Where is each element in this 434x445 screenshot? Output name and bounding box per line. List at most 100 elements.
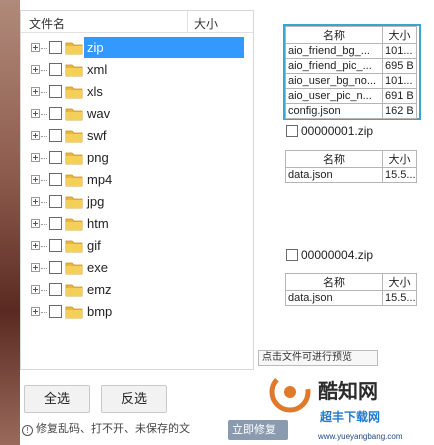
preview-tooltip: 点击文件可进行预览 bbox=[258, 350, 378, 366]
tree-connector bbox=[41, 312, 47, 313]
expand-icon[interactable] bbox=[31, 241, 40, 250]
tree-row[interactable]: wav bbox=[21, 103, 255, 125]
tree-row[interactable]: bmp bbox=[21, 301, 255, 323]
tree-row[interactable]: htm bbox=[21, 213, 255, 235]
zip-checkbox[interactable] bbox=[286, 249, 298, 261]
tree-connector bbox=[41, 92, 47, 93]
preview-file-name: aio_friend_bg_... bbox=[285, 43, 383, 59]
preview-col-name: 名称 bbox=[285, 273, 383, 291]
row-label[interactable]: exe bbox=[84, 257, 111, 278]
tree-connector bbox=[41, 202, 47, 203]
preview-file-size: 15.5... bbox=[382, 290, 417, 306]
row-label[interactable]: jpg bbox=[84, 191, 107, 212]
expand-icon[interactable] bbox=[31, 43, 40, 52]
preview-row[interactable]: aio_user_pic_n... 691 B bbox=[285, 88, 417, 104]
preview-file-size: 101... bbox=[382, 73, 417, 89]
tree-row[interactable]: mp4 bbox=[21, 169, 255, 191]
tree-row[interactable]: jpg bbox=[21, 191, 255, 213]
row-checkbox[interactable] bbox=[49, 41, 62, 54]
zip-name: 00000004.zip bbox=[301, 248, 374, 262]
row-label[interactable]: xml bbox=[84, 59, 110, 80]
preview-row[interactable]: aio_friend_bg_... 101... bbox=[285, 43, 417, 59]
invert-selection-button[interactable]: 反选 bbox=[101, 385, 167, 413]
tree-row[interactable]: png bbox=[21, 147, 255, 169]
zip-name: 00000001.zip bbox=[301, 124, 374, 138]
column-header-size[interactable]: 大小 bbox=[194, 15, 218, 32]
expand-icon[interactable] bbox=[31, 219, 40, 228]
tree-row[interactable]: exe bbox=[21, 257, 255, 279]
preview-table-3: 名称 大小 data.json 15.5... bbox=[285, 273, 417, 306]
expand-icon[interactable] bbox=[31, 307, 40, 316]
tree-connector bbox=[41, 70, 47, 71]
expand-icon[interactable] bbox=[31, 153, 40, 162]
row-label[interactable]: xls bbox=[84, 81, 106, 102]
tree-connector bbox=[41, 180, 47, 181]
select-all-button[interactable]: 全选 bbox=[24, 385, 90, 413]
folder-icon bbox=[65, 130, 83, 143]
watermark-brand: 酷知网 bbox=[318, 381, 378, 403]
tree-row[interactable]: gif bbox=[21, 235, 255, 257]
row-label[interactable]: zip bbox=[84, 37, 244, 58]
folder-icon bbox=[65, 240, 83, 253]
zip-entry-00000004[interactable]: 00000004.zip bbox=[286, 248, 373, 262]
row-checkbox[interactable] bbox=[49, 107, 62, 120]
preview-file-name: data.json bbox=[285, 167, 383, 183]
row-checkbox[interactable] bbox=[49, 239, 62, 252]
expand-icon[interactable] bbox=[31, 285, 40, 294]
expand-icon[interactable] bbox=[31, 65, 40, 74]
preview-row[interactable]: config.json 162 B bbox=[285, 103, 417, 119]
zip-checkbox[interactable] bbox=[286, 125, 298, 137]
row-checkbox[interactable] bbox=[49, 151, 62, 164]
preview-row[interactable]: aio_user_bg_no... 101... bbox=[285, 73, 417, 89]
row-checkbox[interactable] bbox=[49, 217, 62, 230]
row-checkbox[interactable] bbox=[49, 129, 62, 142]
expand-icon[interactable] bbox=[31, 131, 40, 140]
tree-row[interactable]: zip bbox=[21, 37, 255, 59]
row-label[interactable]: swf bbox=[84, 125, 110, 146]
row-label[interactable]: mp4 bbox=[84, 169, 115, 190]
preview-col-size: 大小 bbox=[382, 273, 417, 291]
folder-icon bbox=[65, 196, 83, 209]
tree-row[interactable]: xls bbox=[21, 81, 255, 103]
expand-icon[interactable] bbox=[31, 109, 40, 118]
expand-icon[interactable] bbox=[31, 197, 40, 206]
row-label[interactable]: png bbox=[84, 147, 112, 168]
tree-header: 文件名 大小 bbox=[21, 11, 253, 33]
column-header-name[interactable]: 文件名 bbox=[29, 15, 65, 32]
row-checkbox[interactable] bbox=[49, 173, 62, 186]
expand-icon[interactable] bbox=[31, 87, 40, 96]
preview-file-size: 691 B bbox=[382, 88, 417, 104]
expand-icon[interactable] bbox=[31, 263, 40, 272]
preview-file-name: aio_user_pic_n... bbox=[285, 88, 383, 104]
folder-icon bbox=[65, 108, 83, 121]
preview-row[interactable]: data.json 15.5... bbox=[285, 290, 417, 306]
column-separator[interactable] bbox=[187, 11, 188, 33]
row-checkbox[interactable] bbox=[49, 195, 62, 208]
repair-now-button[interactable]: 立即修复 bbox=[228, 420, 288, 440]
file-tree-panel: 文件名 大小 zip xml xls wav swf png mp4 jpg htm gif exe… bbox=[20, 10, 254, 370]
expand-icon[interactable] bbox=[31, 175, 40, 184]
folder-icon bbox=[65, 174, 83, 187]
row-label[interactable]: bmp bbox=[84, 301, 115, 322]
row-label[interactable]: gif bbox=[84, 235, 104, 256]
background-edge bbox=[0, 0, 20, 445]
row-checkbox[interactable] bbox=[49, 63, 62, 76]
row-checkbox[interactable] bbox=[49, 85, 62, 98]
tree-row[interactable]: xml bbox=[21, 59, 255, 81]
row-checkbox[interactable] bbox=[49, 283, 62, 296]
row-label[interactable]: wav bbox=[84, 103, 113, 124]
preview-file-name: config.json bbox=[285, 103, 383, 119]
zip-entry-00000001[interactable]: 00000001.zip bbox=[286, 124, 373, 138]
tree-row[interactable]: emz bbox=[21, 279, 255, 301]
tree-connector bbox=[41, 246, 47, 247]
row-checkbox[interactable] bbox=[49, 305, 62, 318]
row-label[interactable]: htm bbox=[84, 213, 112, 234]
row-checkbox[interactable] bbox=[49, 261, 62, 274]
preview-row[interactable]: data.json 15.5... bbox=[285, 167, 417, 183]
preview-row[interactable]: aio_friend_pic_... 695 B bbox=[285, 58, 417, 74]
row-label[interactable]: emz bbox=[84, 279, 115, 300]
folder-icon bbox=[65, 86, 83, 99]
tree-row[interactable]: swf bbox=[21, 125, 255, 147]
preview-table-2: 名称 大小 data.json 15.5... bbox=[285, 150, 417, 183]
preview-file-size: 695 B bbox=[382, 58, 417, 74]
